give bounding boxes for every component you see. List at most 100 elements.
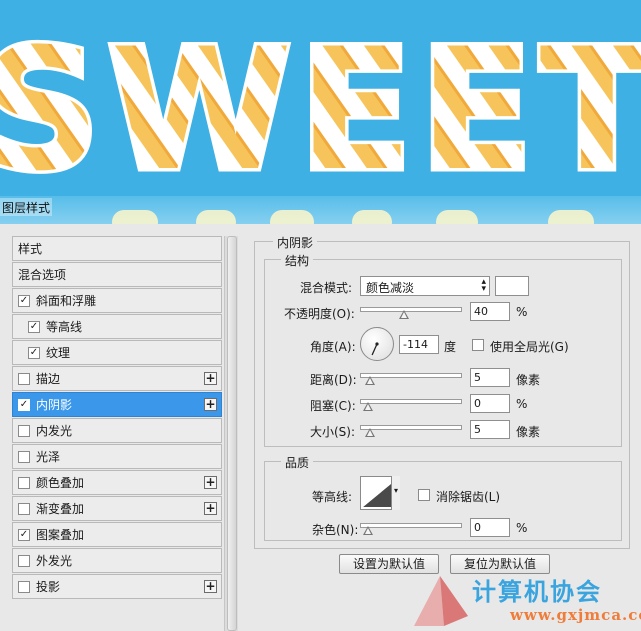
distance-input[interactable]: 5 <box>470 368 510 387</box>
style-item[interactable]: 混合选项 <box>12 262 222 287</box>
style-item-checkbox[interactable] <box>18 476 30 489</box>
style-item[interactable]: ✓ 纹理 <box>12 340 222 365</box>
contour-picker[interactable]: ▾ <box>360 476 400 510</box>
contour-label: 等高线: <box>312 490 353 504</box>
style-item-checkbox[interactable]: ✓ <box>18 528 30 541</box>
style-item-label: 混合选项 <box>18 268 67 282</box>
angle-dial[interactable] <box>360 327 394 361</box>
blend-mode-label: 混合模式: <box>300 281 353 295</box>
global-light-checkbox[interactable] <box>472 339 484 351</box>
style-item[interactable]: ✓ 内阴影 + <box>12 392 222 417</box>
candy-blob <box>196 210 236 224</box>
add-style-icon[interactable]: + <box>204 398 217 411</box>
blend-mode-select[interactable]: 颜色减淡 ▴ ▾ <box>360 276 490 296</box>
contour-dropdown-arrow-icon[interactable]: ▾ <box>391 476 400 510</box>
slider-thumb[interactable] <box>398 310 409 319</box>
slider-thumb[interactable] <box>364 428 375 437</box>
style-item[interactable]: 颜色叠加 + <box>12 470 222 495</box>
opacity-input[interactable]: 40 <box>470 302 510 321</box>
style-item-label: 渐变叠加 <box>36 502 85 516</box>
size-input[interactable]: 5 <box>470 420 510 439</box>
dialog-title: 图层样式 <box>0 198 53 216</box>
candy-blob <box>352 210 392 224</box>
add-style-icon[interactable]: + <box>204 502 217 515</box>
sweet-text: SWEET <box>0 12 641 196</box>
choke-slider[interactable] <box>360 397 462 413</box>
choke-unit: % <box>516 397 528 411</box>
antialias-checkbox[interactable] <box>418 489 430 501</box>
watermark-title: 计算机协会 <box>472 577 602 606</box>
style-item[interactable]: ✓ 图案叠加 <box>12 522 222 547</box>
noise-slider[interactable] <box>360 521 462 537</box>
add-style-icon[interactable]: + <box>204 372 217 385</box>
antialias-label: 消除锯齿(L) <box>436 490 501 504</box>
noise-input[interactable]: 0 <box>470 518 510 537</box>
style-item-label: 颜色叠加 <box>36 476 85 490</box>
noise-label: 杂色(N): <box>312 523 359 537</box>
add-style-icon[interactable]: + <box>204 476 217 489</box>
style-item[interactable]: 光泽 <box>12 444 222 469</box>
select-arrows-icon: ▴ ▾ <box>481 277 486 294</box>
style-item-label: 等高线 <box>46 320 83 334</box>
layer-style-list: 样式 混合选项 ✓ 斜面和浮雕 ✓ 等高线 ✓ 纹理 描边 + ✓ 内阴影 + 内发光 光泽 颜色叠加 + 渐变叠… <box>12 236 222 600</box>
style-item-checkbox[interactable] <box>18 372 30 385</box>
quality-heading: 品质 <box>281 454 314 471</box>
choke-label: 阻塞(C): <box>310 399 356 413</box>
watermark-logo-icon <box>414 576 468 626</box>
style-item-checkbox[interactable] <box>18 580 30 593</box>
style-item[interactable]: ✓ 斜面和浮雕 <box>12 288 222 313</box>
opacity-label: 不透明度(O): <box>284 307 355 321</box>
style-item-label: 内发光 <box>36 424 73 438</box>
style-item-label: 纹理 <box>46 346 71 360</box>
canvas-preview: SWEET <box>0 0 641 196</box>
distance-unit: 像素 <box>516 373 541 387</box>
candy-blob <box>270 210 314 224</box>
scrollbar-thumb[interactable] <box>227 236 237 631</box>
style-item[interactable]: 样式 <box>12 236 222 261</box>
distance-label: 距离(D): <box>310 373 357 387</box>
style-item-checkbox[interactable]: ✓ <box>18 398 30 411</box>
style-item-checkbox[interactable]: ✓ <box>18 294 30 307</box>
watermark-url: www.gxjmca.com <box>510 606 641 624</box>
style-item-label: 样式 <box>18 242 43 256</box>
style-item-label: 内阴影 <box>36 398 73 412</box>
inner-shadow-heading: 内阴影 <box>273 234 318 251</box>
style-item-checkbox[interactable]: ✓ <box>28 346 40 359</box>
style-item-checkbox[interactable] <box>18 502 30 515</box>
style-item[interactable]: 内发光 <box>12 418 222 443</box>
style-item-checkbox[interactable] <box>18 424 30 437</box>
size-slider[interactable] <box>360 423 462 439</box>
style-item-checkbox[interactable]: ✓ <box>28 320 40 333</box>
style-item-checkbox[interactable] <box>18 450 30 463</box>
style-item-checkbox[interactable] <box>18 554 30 567</box>
opacity-unit: % <box>516 305 528 319</box>
slider-thumb[interactable] <box>363 402 373 411</box>
slider-track <box>360 373 462 378</box>
style-item[interactable]: 外发光 <box>12 548 222 573</box>
angle-input[interactable]: -114 <box>399 335 439 354</box>
style-item[interactable]: 投影 + <box>12 574 222 599</box>
style-item-label: 光泽 <box>36 450 61 464</box>
opacity-slider[interactable] <box>360 305 462 321</box>
shadow-color-swatch[interactable] <box>495 276 529 296</box>
slider-thumb[interactable] <box>363 526 373 535</box>
slider-track <box>360 425 462 430</box>
add-style-icon[interactable]: + <box>204 580 217 593</box>
style-item-label: 描边 <box>36 372 61 386</box>
style-item-label: 外发光 <box>36 554 73 568</box>
style-item[interactable]: 渐变叠加 + <box>12 496 222 521</box>
choke-input[interactable]: 0 <box>470 394 510 413</box>
structure-heading: 结构 <box>281 252 314 269</box>
style-list-scrollbar[interactable] <box>224 236 238 631</box>
distance-slider[interactable] <box>360 371 462 387</box>
preview-strip <box>0 196 641 224</box>
style-item-label: 投影 <box>36 580 61 594</box>
noise-unit: % <box>516 521 528 535</box>
style-item[interactable]: 描边 + <box>12 366 222 391</box>
angle-needle-icon <box>371 342 379 356</box>
slider-thumb[interactable] <box>364 376 375 385</box>
angle-label: 角度(A): <box>310 340 356 354</box>
size-label: 大小(S): <box>310 425 356 439</box>
style-item[interactable]: ✓ 等高线 <box>12 314 222 339</box>
style-item-label: 图案叠加 <box>36 528 85 542</box>
